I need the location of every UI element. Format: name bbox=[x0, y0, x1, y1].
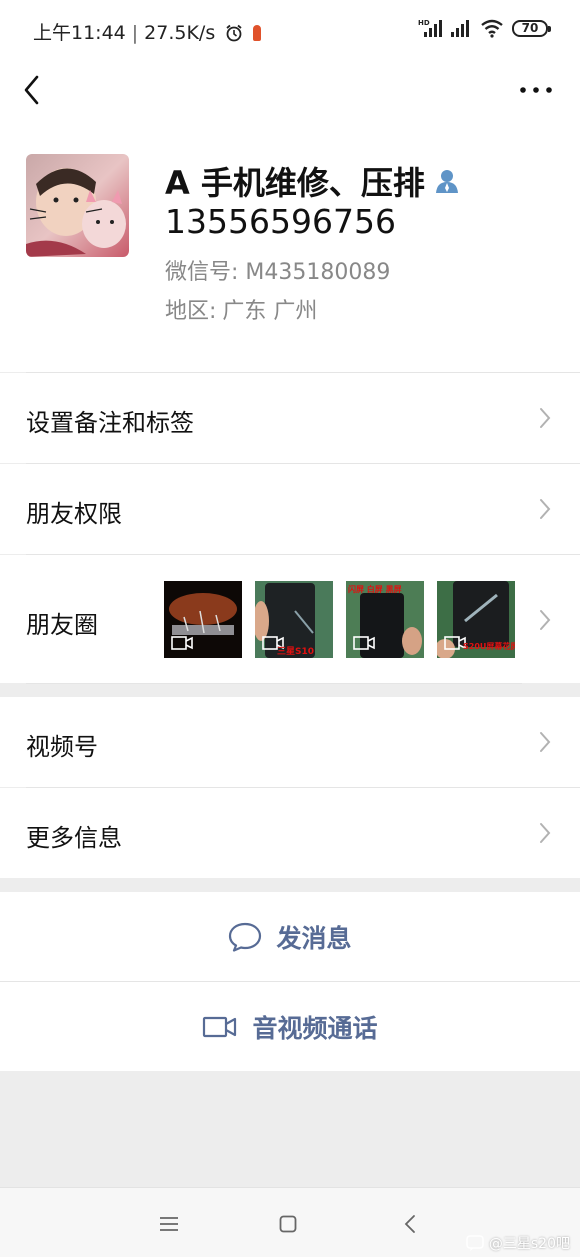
status-left: 上午11:44 | 27.5K/s bbox=[33, 18, 262, 45]
more-icon[interactable] bbox=[518, 80, 554, 100]
moments-thumb[interactable] bbox=[164, 581, 242, 658]
watermark: @三星s20吧 bbox=[466, 1233, 570, 1253]
alarm-icon bbox=[226, 24, 242, 42]
row-friend-permission[interactable]: 朋友权限 bbox=[0, 464, 580, 554]
system-nav-bar: @三星s20吧 bbox=[0, 1187, 580, 1257]
menu-icon[interactable] bbox=[159, 1216, 179, 1232]
battery-icon: 70 bbox=[512, 19, 551, 37]
row-divider bbox=[26, 683, 522, 684]
contact-person-icon bbox=[435, 170, 458, 193]
moments-thumb[interactable]: 闪屏 白屏 黑屏 bbox=[346, 581, 424, 658]
forum-logo-icon bbox=[466, 1235, 484, 1251]
network-speed: 27.5K/s bbox=[144, 22, 216, 44]
back-nav-icon[interactable] bbox=[403, 1214, 417, 1234]
back-icon[interactable] bbox=[18, 72, 48, 108]
moments-thumb[interactable]: 三星S10 bbox=[255, 581, 333, 658]
thumb-caption: 闪屏 白屏 黑屏 bbox=[348, 585, 402, 594]
profile-card: A 手机维修、压排 13556596756 微信号: M435180089 地区… bbox=[0, 122, 580, 372]
avatar[interactable] bbox=[26, 154, 129, 257]
status-time: 上午11:44 bbox=[33, 22, 126, 44]
video-icon bbox=[171, 636, 193, 650]
contact-phone: 13556596756 bbox=[165, 202, 396, 241]
send-message-label: 发消息 bbox=[276, 923, 352, 953]
thumb-caption: 三星S10 bbox=[277, 647, 315, 657]
cell-signal-icon bbox=[451, 20, 469, 37]
video-icon bbox=[353, 636, 375, 650]
battery-level: 70 bbox=[521, 20, 539, 35]
moments-thumbnails: 三星S10 闪屏 白屏 黑屏 S20U屏幕花屏 bbox=[164, 581, 515, 658]
row-more-info-label: 更多信息 bbox=[26, 824, 122, 852]
row-moments-label: 朋友圈 bbox=[26, 611, 98, 639]
status-separator: | bbox=[131, 22, 139, 44]
chat-bubble-icon bbox=[229, 922, 262, 952]
video-call-icon bbox=[203, 1016, 237, 1037]
hd-label: HD bbox=[418, 19, 430, 27]
region: 地区: 广东 广州 bbox=[165, 293, 317, 325]
row-remark-label: 设置备注和标签 bbox=[26, 409, 194, 437]
name-row: A 手机维修、压排 bbox=[165, 158, 461, 204]
chevron-right-icon bbox=[540, 732, 551, 752]
wechat-id: 微信号: M435180089 bbox=[165, 260, 391, 285]
region-value: 广东 广州 bbox=[222, 299, 318, 324]
status-bar: 上午11:44 | 27.5K/s HD 70 bbox=[0, 0, 580, 58]
send-message-button[interactable]: 发消息 bbox=[0, 892, 580, 981]
row-permission-label: 朋友权限 bbox=[26, 500, 122, 528]
row-channels-label: 视频号 bbox=[26, 733, 98, 761]
chevron-right-icon bbox=[540, 499, 551, 519]
status-right: HD 70 bbox=[418, 16, 551, 40]
chevron-right-icon bbox=[540, 610, 551, 630]
contact-name: A 手机维修、压排 bbox=[165, 164, 425, 202]
thumb-caption: S20U屏幕花屏 闪屏 bbox=[463, 642, 515, 651]
chevron-right-icon bbox=[540, 408, 551, 428]
video-call-button[interactable]: 音视频通话 bbox=[0, 982, 580, 1071]
row-more-info[interactable]: 更多信息 bbox=[0, 788, 580, 878]
video-call-label: 音视频通话 bbox=[252, 1013, 378, 1043]
top-nav bbox=[0, 58, 580, 122]
row-remark-tags[interactable]: 设置备注和标签 bbox=[0, 373, 580, 463]
moments-thumb[interactable]: S20U屏幕花屏 闪屏 bbox=[437, 581, 515, 658]
region-label: 地区: bbox=[165, 299, 217, 324]
wifi-icon bbox=[481, 19, 503, 38]
row-channels[interactable]: 视频号 bbox=[0, 697, 580, 787]
row-moments[interactable]: 朋友圈 三星S10 闪屏 白屏 黑屏 S20U屏幕花屏 bbox=[0, 555, 580, 683]
home-icon[interactable] bbox=[279, 1215, 297, 1233]
watermark-text: @三星s20吧 bbox=[488, 1236, 570, 1252]
hd-signal-icon: HD bbox=[418, 19, 442, 37]
chevron-right-icon bbox=[540, 823, 551, 843]
notification-app-icon bbox=[253, 25, 262, 41]
